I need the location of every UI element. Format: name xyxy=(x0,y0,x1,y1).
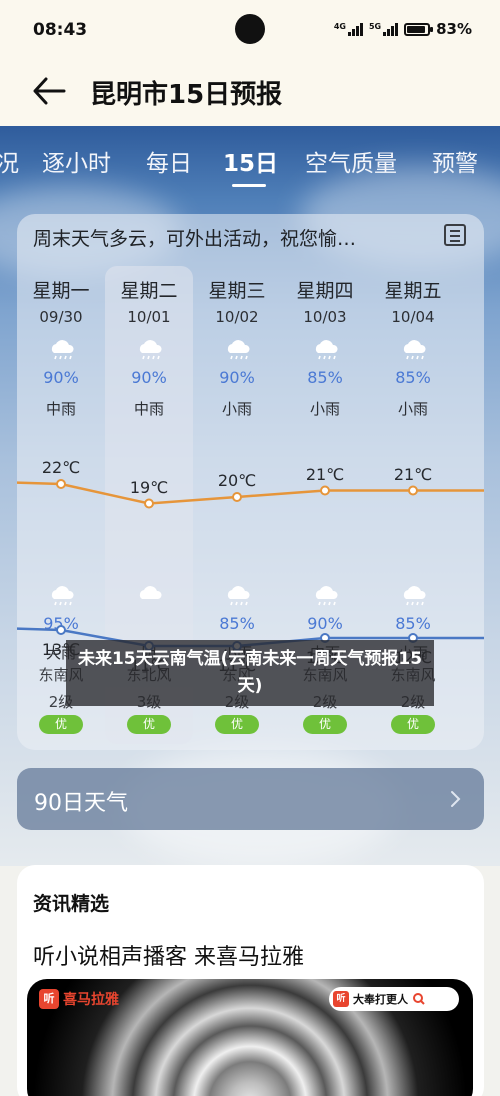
weekday-label: 星期四 xyxy=(296,280,354,302)
forecast-tabs: 况 逐小时 每日 15日 空气质量 预警 xyxy=(0,126,500,196)
aqi-badge: 优 xyxy=(39,715,83,734)
weekday-label: 星期三 xyxy=(208,280,266,302)
news-ad-headline[interactable]: 听小说相声播客 来喜马拉雅 xyxy=(33,939,304,971)
ad-brand-logo: 听 喜马拉雅 xyxy=(39,989,119,1009)
status-bar: 08:43 4G 5G 83% xyxy=(0,0,500,60)
aqi-badge: 优 xyxy=(303,715,347,734)
search-icon xyxy=(413,993,425,1005)
day-rain-probability: 90% xyxy=(219,368,255,387)
light-rain-cloud-icon xyxy=(403,340,426,360)
page-title: 昆明市15日预报 xyxy=(90,80,283,110)
front-camera xyxy=(235,14,265,44)
tab-15-day[interactable]: 15日 xyxy=(223,144,278,178)
ad-banner-image[interactable]: 听 喜马拉雅 听 大奉打更人 xyxy=(27,979,473,1096)
high-temp-label: 19℃ xyxy=(129,477,169,497)
weather-background: 况 逐小时 每日 15日 空气质量 预警 周末天气多云，可外出活动，祝您愉… 星… xyxy=(0,126,500,866)
news-section-title: 资讯精选 xyxy=(33,893,110,915)
battery-icon xyxy=(404,22,434,36)
tab-daily[interactable]: 每日 xyxy=(146,144,192,178)
day-condition: 小雨 xyxy=(221,400,252,418)
date-label: 09/30 xyxy=(39,308,83,326)
date-label: 10/02 xyxy=(215,308,259,326)
high-temp-label: 20℃ xyxy=(217,471,257,490)
day-condition: 中雨 xyxy=(133,400,164,418)
status-icons: 4G 5G 83% xyxy=(334,20,472,38)
high-temp-label: 22℃ xyxy=(41,458,81,477)
status-time: 08:43 xyxy=(33,20,88,40)
high-temp-label: 21℃ xyxy=(393,464,433,484)
tab-hourly[interactable]: 逐小时 xyxy=(42,144,111,178)
light-rain-cloud-icon xyxy=(315,340,338,360)
day-condition: 小雨 xyxy=(397,400,428,418)
night-rain-probability: 85% xyxy=(395,614,431,633)
back-arrow-icon[interactable] xyxy=(30,74,70,108)
rain-cloud-icon xyxy=(51,340,74,360)
date-label: 10/03 xyxy=(303,308,347,326)
rain-cloud-icon xyxy=(315,586,338,606)
day-rain-probability: 85% xyxy=(395,368,431,387)
rain-cloud-icon xyxy=(139,340,162,360)
day-rain-probability: 90% xyxy=(131,368,167,387)
day-condition: 中雨 xyxy=(45,400,76,418)
weekday-label: 星期一 xyxy=(32,280,90,302)
tab-live[interactable]: 况 xyxy=(0,144,19,178)
aqi-badge: 优 xyxy=(127,715,171,734)
aqi-badge: 优 xyxy=(215,715,259,734)
day-condition: 小雨 xyxy=(309,400,340,418)
ninety-day-button[interactable]: 90日天气 xyxy=(17,768,484,830)
tab-alerts[interactable]: 预警 xyxy=(432,144,478,178)
ximalaya-logo-icon: 听 xyxy=(39,989,59,1009)
day-rain-probability: 85% xyxy=(307,368,343,387)
overcast-cloud-icon xyxy=(139,586,162,599)
caption-overlay: 未来15天云南气温(云南未来一周天气预报15天) xyxy=(66,640,434,706)
tab-air-quality[interactable]: 空气质量 xyxy=(305,144,397,178)
ad-search-pill[interactable]: 听 大奉打更人 xyxy=(329,987,459,1011)
heavy-rain-cloud-icon xyxy=(51,586,74,606)
ad-brand-name: 喜马拉雅 xyxy=(63,992,119,1008)
high-temp-label: 21℃ xyxy=(305,464,345,484)
news-card: 资讯精选 听小说相声播客 来喜马拉雅 听 喜马拉雅 听 大奉打更人 xyxy=(17,865,484,1096)
aqi-badge: 优 xyxy=(391,715,435,734)
day-rain-probability: 90% xyxy=(43,368,79,387)
signal-5g-icon: 5G xyxy=(369,22,399,36)
night-rain-probability: 95% xyxy=(43,614,79,633)
night-rain-probability: 90% xyxy=(307,614,343,633)
night-rain-probability: 85% xyxy=(219,614,255,633)
tab-active-indicator xyxy=(232,184,266,187)
date-label: 10/01 xyxy=(127,308,171,326)
ximalaya-small-icon: 听 xyxy=(333,991,349,1007)
chevron-right-icon xyxy=(451,791,461,807)
signal-4g-icon: 4G xyxy=(334,22,363,36)
title-bar: 昆明市15日预报 xyxy=(0,60,500,126)
light-rain-cloud-icon xyxy=(227,586,250,606)
weekday-label: 星期五 xyxy=(384,280,442,302)
weekday-label: 星期二 xyxy=(120,280,178,302)
date-label: 10/04 xyxy=(391,308,435,326)
ad-search-text: 大奉打更人 xyxy=(353,993,408,1006)
battery-percent: 83% xyxy=(436,20,472,38)
light-rain-cloud-icon xyxy=(403,586,426,606)
light-rain-cloud-icon xyxy=(227,340,250,360)
ninety-day-label: 90日天气 xyxy=(34,791,128,816)
